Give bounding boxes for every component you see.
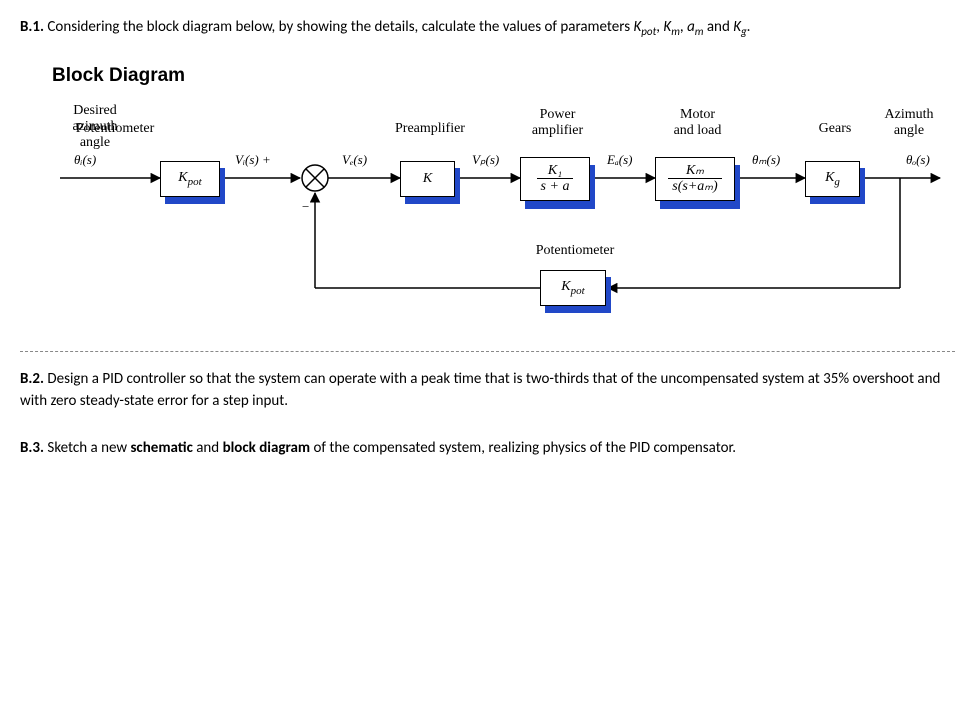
signal-ea: Eₐ(s)	[607, 152, 632, 168]
problem-b3: B.3. Sketch a new schematic and block di…	[20, 437, 955, 460]
block-diagram: Desired azimuth angle Potentiometer Prea…	[60, 103, 960, 323]
label-feedback-pot: Potentiometer	[520, 243, 630, 259]
b3-label: B.3.	[20, 439, 44, 457]
label-power-amp: Power amplifier	[515, 107, 600, 139]
problem-b1: B.1. Considering the block diagram below…	[20, 16, 955, 41]
block-power-amp: K₁s + a	[520, 157, 590, 201]
b1-text: Considering the block diagram below, by …	[44, 18, 633, 36]
label-potentiometer: Potentiometer	[60, 121, 170, 137]
b2-text: Design a PID controller so that the syst…	[20, 370, 940, 411]
block-motor-load: Kₘs(s+aₘ)	[655, 157, 735, 201]
label-azimuth-angle: Azimuth angle	[874, 107, 944, 139]
b2-label: B.2.	[20, 370, 44, 388]
block-kpot-feedback: Kpot	[540, 270, 606, 306]
block-diagram-heading: Block Diagram	[52, 65, 955, 87]
section-divider	[20, 351, 955, 352]
signal-ve: Vₑ(s)	[342, 152, 367, 168]
signal-vp: Vₚ(s)	[472, 152, 499, 168]
signal-theta-o: θₒ(s)	[906, 152, 930, 168]
signal-vi-plus: Vᵢ(s) +	[235, 152, 271, 168]
label-motor-load: Motor and load	[655, 107, 740, 139]
label-gears: Gears	[805, 121, 865, 137]
block-kpot-input: Kpot	[160, 161, 220, 197]
b1-label: B.1.	[20, 18, 44, 36]
problem-b2: B.2. Design a PID controller so that the…	[20, 368, 955, 413]
block-kg-gears: Kg	[805, 161, 860, 197]
signal-theta-m: θₘ(s)	[752, 152, 780, 168]
block-k-preamp: K	[400, 161, 455, 197]
signal-minus: −	[302, 199, 309, 215]
signal-theta-i: θᵢ(s)	[74, 152, 96, 168]
label-preamp: Preamplifier	[380, 121, 480, 137]
